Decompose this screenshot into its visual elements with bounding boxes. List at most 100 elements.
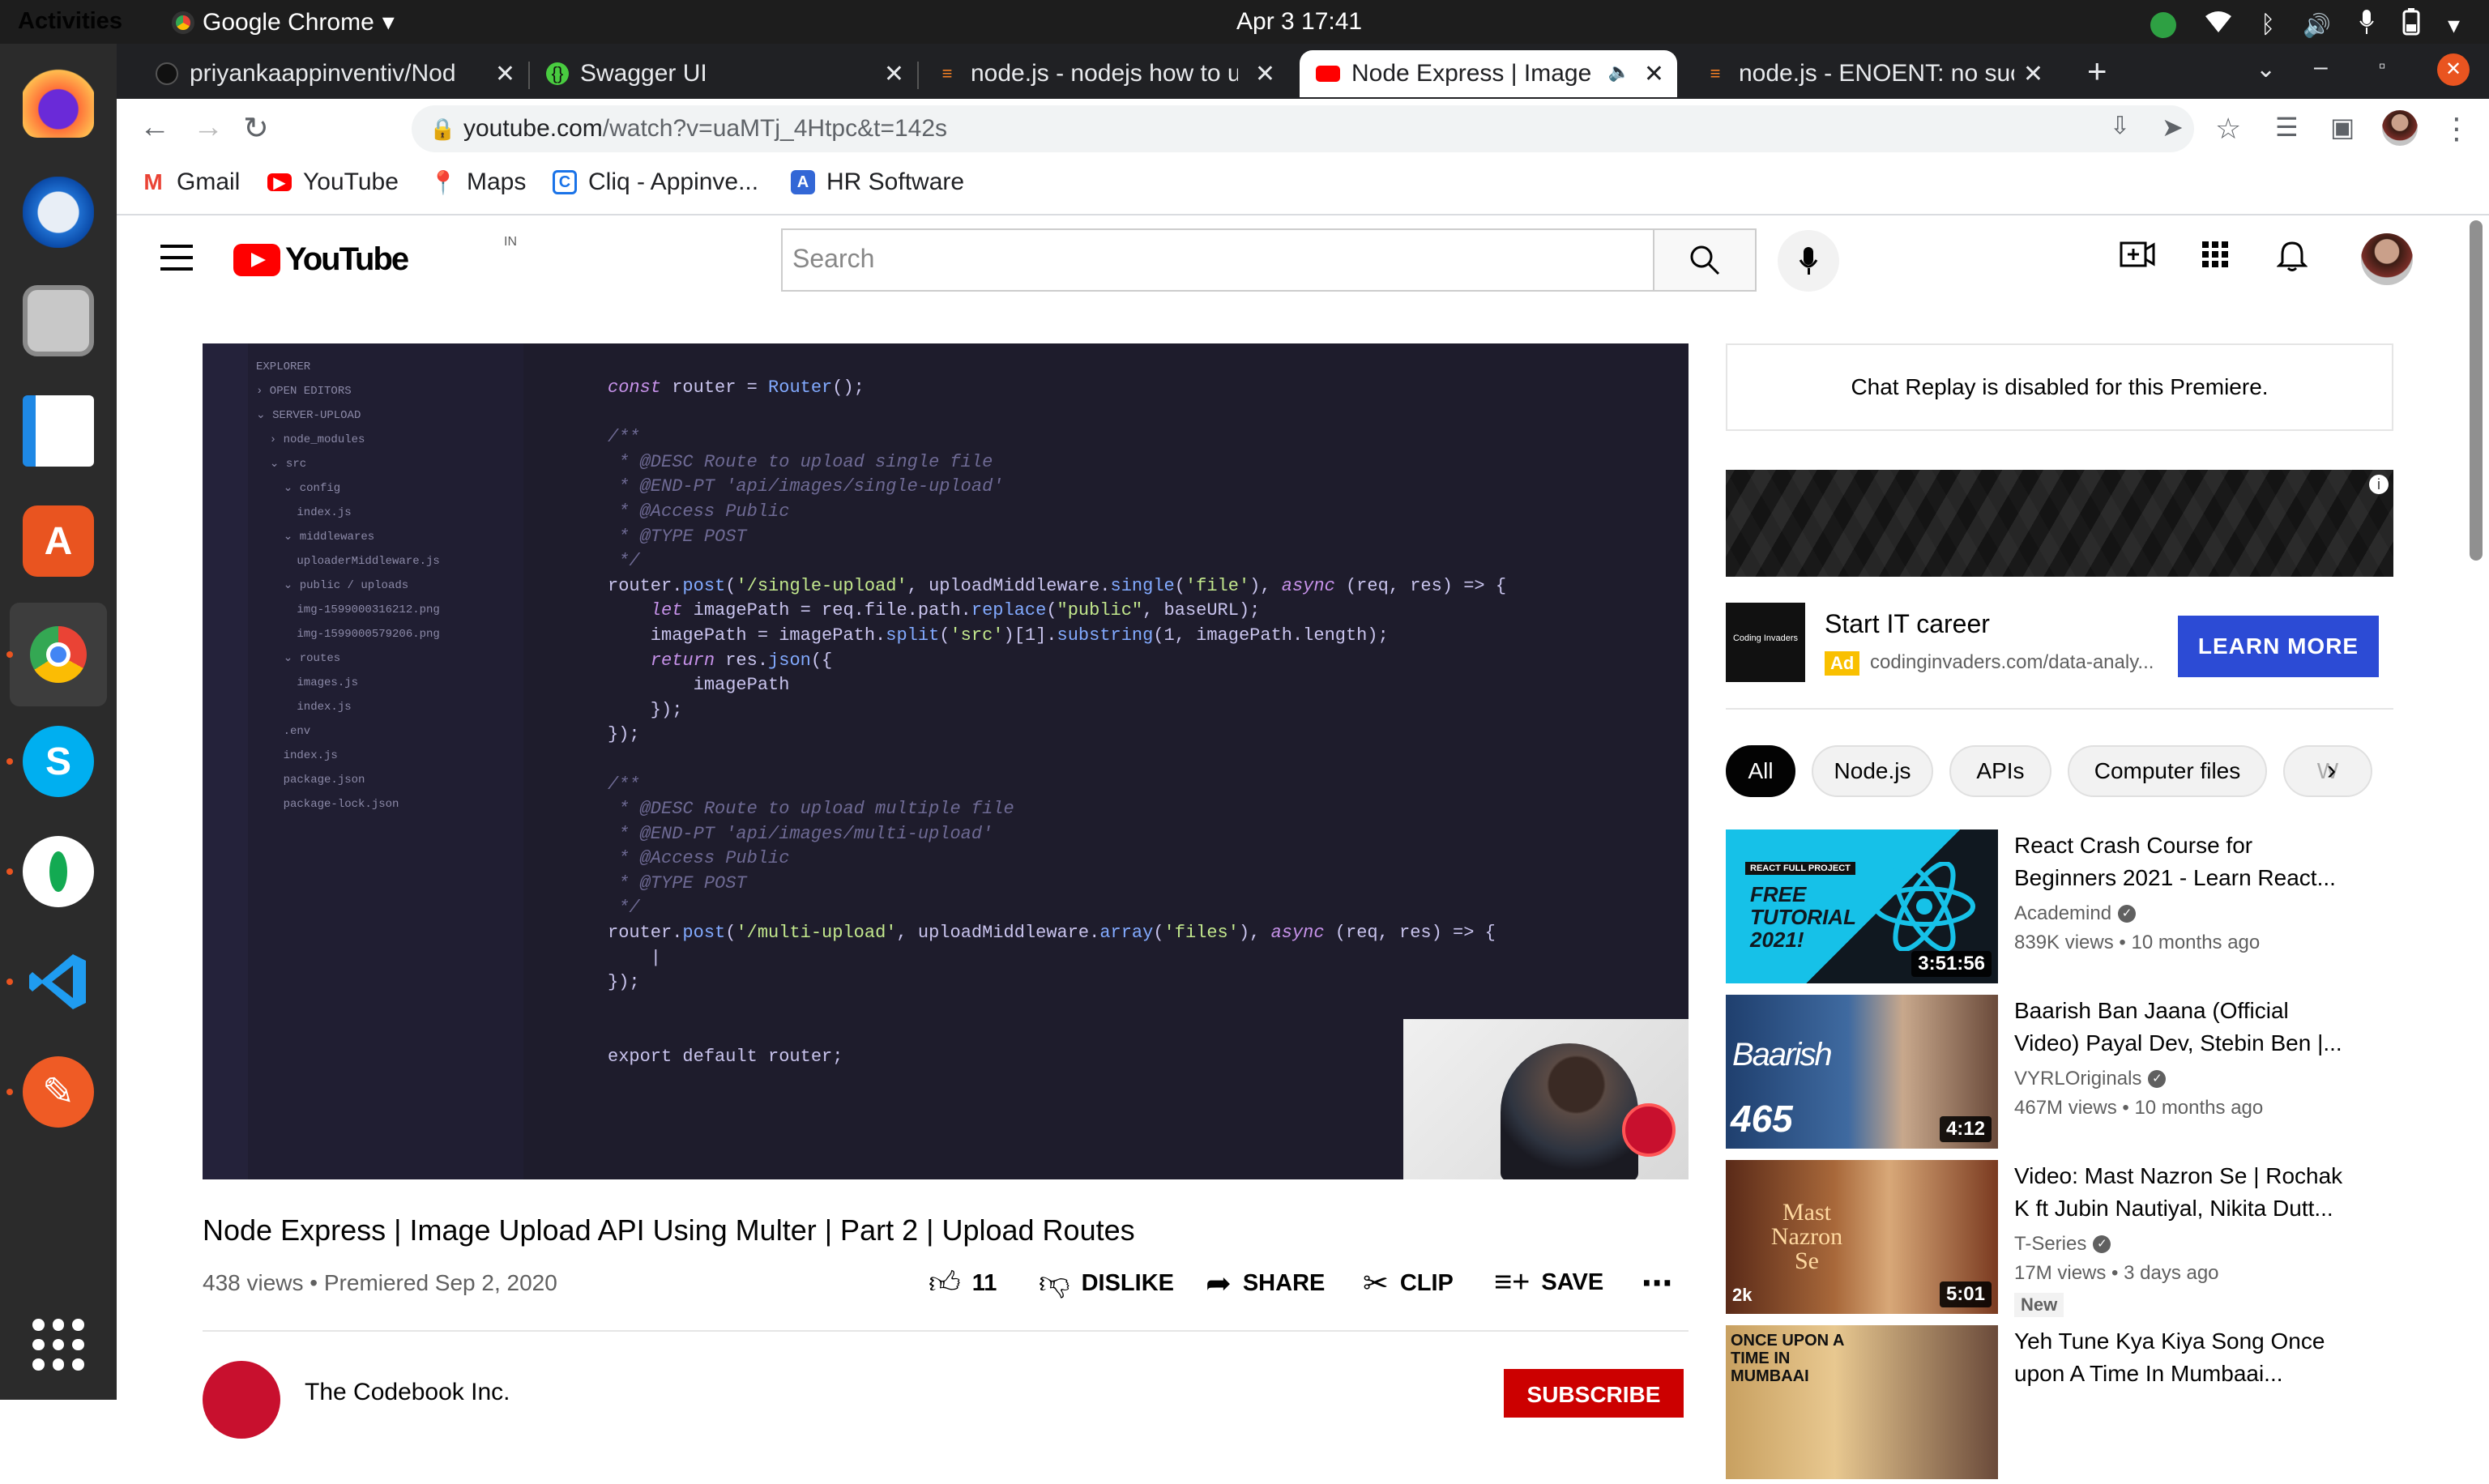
power-menu-caret-icon[interactable]: ▾ [2448, 11, 2460, 40]
back-button[interactable]: ← [139, 110, 170, 145]
bookmark-star-icon[interactable]: ☆ [2215, 112, 2241, 146]
maximize-button[interactable]: ▫ [2379, 55, 2386, 78]
chip-nodejs[interactable]: Node.js [1812, 745, 1933, 797]
clock[interactable]: Apr 3 17:41 [1236, 8, 1362, 36]
ad-advertiser-logo[interactable]: Coding Invaders [1726, 603, 1805, 682]
chip-all[interactable]: All [1726, 745, 1795, 797]
youtube-logo[interactable]: YouTube IN [233, 235, 517, 278]
bookmark-cliq[interactable]: C Cliq - Appinve... [553, 168, 758, 196]
show-apps-icon[interactable] [32, 1319, 84, 1371]
lock-icon[interactable]: 🔒 [429, 117, 455, 142]
forward-button[interactable]: → [193, 110, 224, 145]
bookmark-hr-software[interactable]: A HR Software [791, 168, 964, 196]
skype-icon[interactable]: S [23, 726, 94, 797]
search-button[interactable] [1653, 228, 1757, 292]
chip-computer-files[interactable]: Computer files [2068, 745, 2267, 797]
chevron-right-icon[interactable]: › [2327, 755, 2336, 787]
close-tab-icon[interactable]: ✕ [1644, 60, 1664, 88]
chip-apis[interactable]: APIs [1949, 745, 2051, 797]
close-tab-icon[interactable]: ✕ [2023, 60, 2043, 88]
voice-search-button[interactable] [1778, 230, 1839, 292]
like-button[interactable]: 👍︎ 11 [929, 1265, 997, 1302]
video-player[interactable]: EXPLORER › OPEN EDITORS ⌄ SERVER-UPLOAD › … [203, 343, 1689, 1179]
video-title[interactable]: Video: Mast Nazron Se | Rochak K ft Jubi… [2014, 1160, 2355, 1225]
thunderbird-icon[interactable] [23, 177, 94, 248]
create-video-icon[interactable] [2120, 240, 2155, 277]
update-icon[interactable] [2150, 12, 2177, 38]
tab-stackoverflow-1[interactable]: ≡ node.js - nodejs how to up ✕ [919, 50, 1288, 97]
new-tab-button[interactable]: + [2087, 52, 2107, 91]
ad-info-icon[interactable]: i [2369, 475, 2389, 494]
clip-button[interactable]: ✂ CLIP [1363, 1265, 1454, 1302]
video-title[interactable]: Yeh Tune Kya Kiya Song Once upon A Time … [2014, 1325, 2355, 1390]
chrome-dock-icon[interactable] [10, 603, 107, 706]
menu-icon[interactable] [160, 245, 193, 279]
subscribe-button[interactable]: SUBSCRIBE [1504, 1369, 1684, 1418]
minimize-button[interactable]: – [2314, 53, 2328, 81]
save-button[interactable]: ≡+ SAVE [1494, 1265, 1603, 1300]
bookmark-youtube[interactable]: ▶ YouTube [267, 168, 399, 196]
software-center-icon[interactable]: A [23, 505, 94, 577]
channel-avatar[interactable] [203, 1361, 280, 1439]
related-video[interactable]: REACT FULL PROJECT FREE TUTORIAL 2021! 3… [1726, 829, 2423, 988]
video-thumbnail[interactable]: Mast Nazron Se 2k 5:01 [1726, 1160, 1998, 1314]
search-box[interactable] [781, 228, 1661, 292]
reading-list-icon[interactable]: ☰ [2275, 112, 2299, 143]
reload-button[interactable]: ↻ [243, 110, 269, 147]
dislike-button[interactable]: 👎︎ DISLIKE [1039, 1265, 1174, 1302]
tab-stackoverflow-2[interactable]: ≡ node.js - ENOENT: no such ✕ [1687, 50, 2056, 97]
video-channel[interactable]: T-Series ✓ [2014, 1233, 2111, 1256]
user-avatar[interactable] [2361, 233, 2413, 285]
app-menu[interactable]: Google Chrome ▾ [172, 8, 395, 36]
related-video[interactable]: Baarish 465 4:12 Baarish Ban Jaana (Offi… [1726, 995, 2423, 1154]
channel-name[interactable]: The Codebook Inc. [305, 1379, 510, 1406]
ad-headline[interactable]: Start IT career [1825, 609, 1990, 639]
activities-button[interactable]: Activities [18, 8, 122, 35]
volume-icon[interactable]: 🔊 [2303, 12, 2331, 39]
share-button[interactable]: ➦ SHARE [1206, 1265, 1325, 1302]
video-thumbnail[interactable]: Baarish 465 4:12 [1726, 995, 1998, 1149]
side-panel-icon[interactable]: ▣ [2330, 112, 2355, 143]
bookmark-maps[interactable]: 📍 Maps [429, 168, 527, 196]
tab-search-icon[interactable]: ⌄ [2256, 55, 2276, 83]
tab-github[interactable]: priyankaappinventiv/Nod ✕ [139, 50, 528, 97]
profile-avatar[interactable] [2382, 110, 2418, 146]
close-tab-icon[interactable]: ✕ [495, 60, 515, 88]
close-tab-icon[interactable]: ✕ [1255, 60, 1275, 88]
install-app-icon[interactable]: ⇩ [2110, 112, 2130, 140]
battery-icon[interactable] [2402, 8, 2420, 42]
notifications-bell-icon[interactable] [2276, 240, 2308, 280]
more-actions-icon[interactable]: ⋯ [1642, 1265, 1672, 1302]
page-scrollbar[interactable] [2470, 220, 2483, 561]
bookmark-gmail[interactable]: M Gmail [141, 168, 240, 196]
vscode-icon[interactable] [23, 946, 94, 1017]
system-tray[interactable]: ᛒ 🔊 ▾ [2150, 8, 2460, 42]
video-thumbnail[interactable]: ONCE UPON A TIME IN MUMBAAI [1726, 1325, 1998, 1479]
libreoffice-writer-icon[interactable] [23, 395, 94, 467]
omnibox[interactable]: 🔒 youtube.com/watch?v=uaMTj_4Htpc&t=142s [412, 105, 2194, 152]
postman-icon[interactable]: ✎ [23, 1056, 94, 1128]
microphone-icon[interactable] [2359, 8, 2375, 42]
close-tab-icon[interactable]: ✕ [884, 60, 904, 88]
close-window-button[interactable]: ✕ [2437, 53, 2470, 86]
bluetooth-icon[interactable]: ᛒ [2261, 11, 2275, 39]
video-thumbnail[interactable]: REACT FULL PROJECT FREE TUTORIAL 2021! 3… [1726, 829, 1998, 983]
video-channel[interactable]: Academind ✓ [2014, 902, 2137, 925]
learn-more-button[interactable]: LEARN MORE [2178, 616, 2379, 677]
mongodb-compass-icon[interactable] [23, 836, 94, 907]
files-icon[interactable] [23, 285, 94, 356]
firefox-icon[interactable] [23, 66, 94, 138]
url-text[interactable]: youtube.com/watch?v=uaMTj_4Htpc&t=142s [463, 115, 947, 143]
tab-youtube-active[interactable]: Node Express | Image 🔈 ✕ [1300, 50, 1677, 97]
related-video[interactable]: Mast Nazron Se 2k 5:01 Video: Mast Nazro… [1726, 1160, 2423, 1319]
chrome-menu-icon[interactable]: ⋮ [2442, 112, 2471, 146]
ad-banner-image[interactable]: i [1726, 470, 2393, 577]
tab-swagger[interactable]: {} Swagger UI ✕ [530, 50, 917, 97]
wifi-icon[interactable] [2204, 10, 2233, 41]
apps-grid-icon[interactable] [2201, 240, 2230, 277]
search-input[interactable] [783, 230, 1593, 287]
send-to-devices-icon[interactable]: ➤ [2162, 112, 2184, 143]
video-title[interactable]: Baarish Ban Jaana (Official Video) Payal… [2014, 995, 2355, 1060]
video-title[interactable]: React Crash Course for Beginners 2021 - … [2014, 829, 2355, 894]
tab-audio-icon[interactable]: 🔈 [1608, 62, 1630, 83]
